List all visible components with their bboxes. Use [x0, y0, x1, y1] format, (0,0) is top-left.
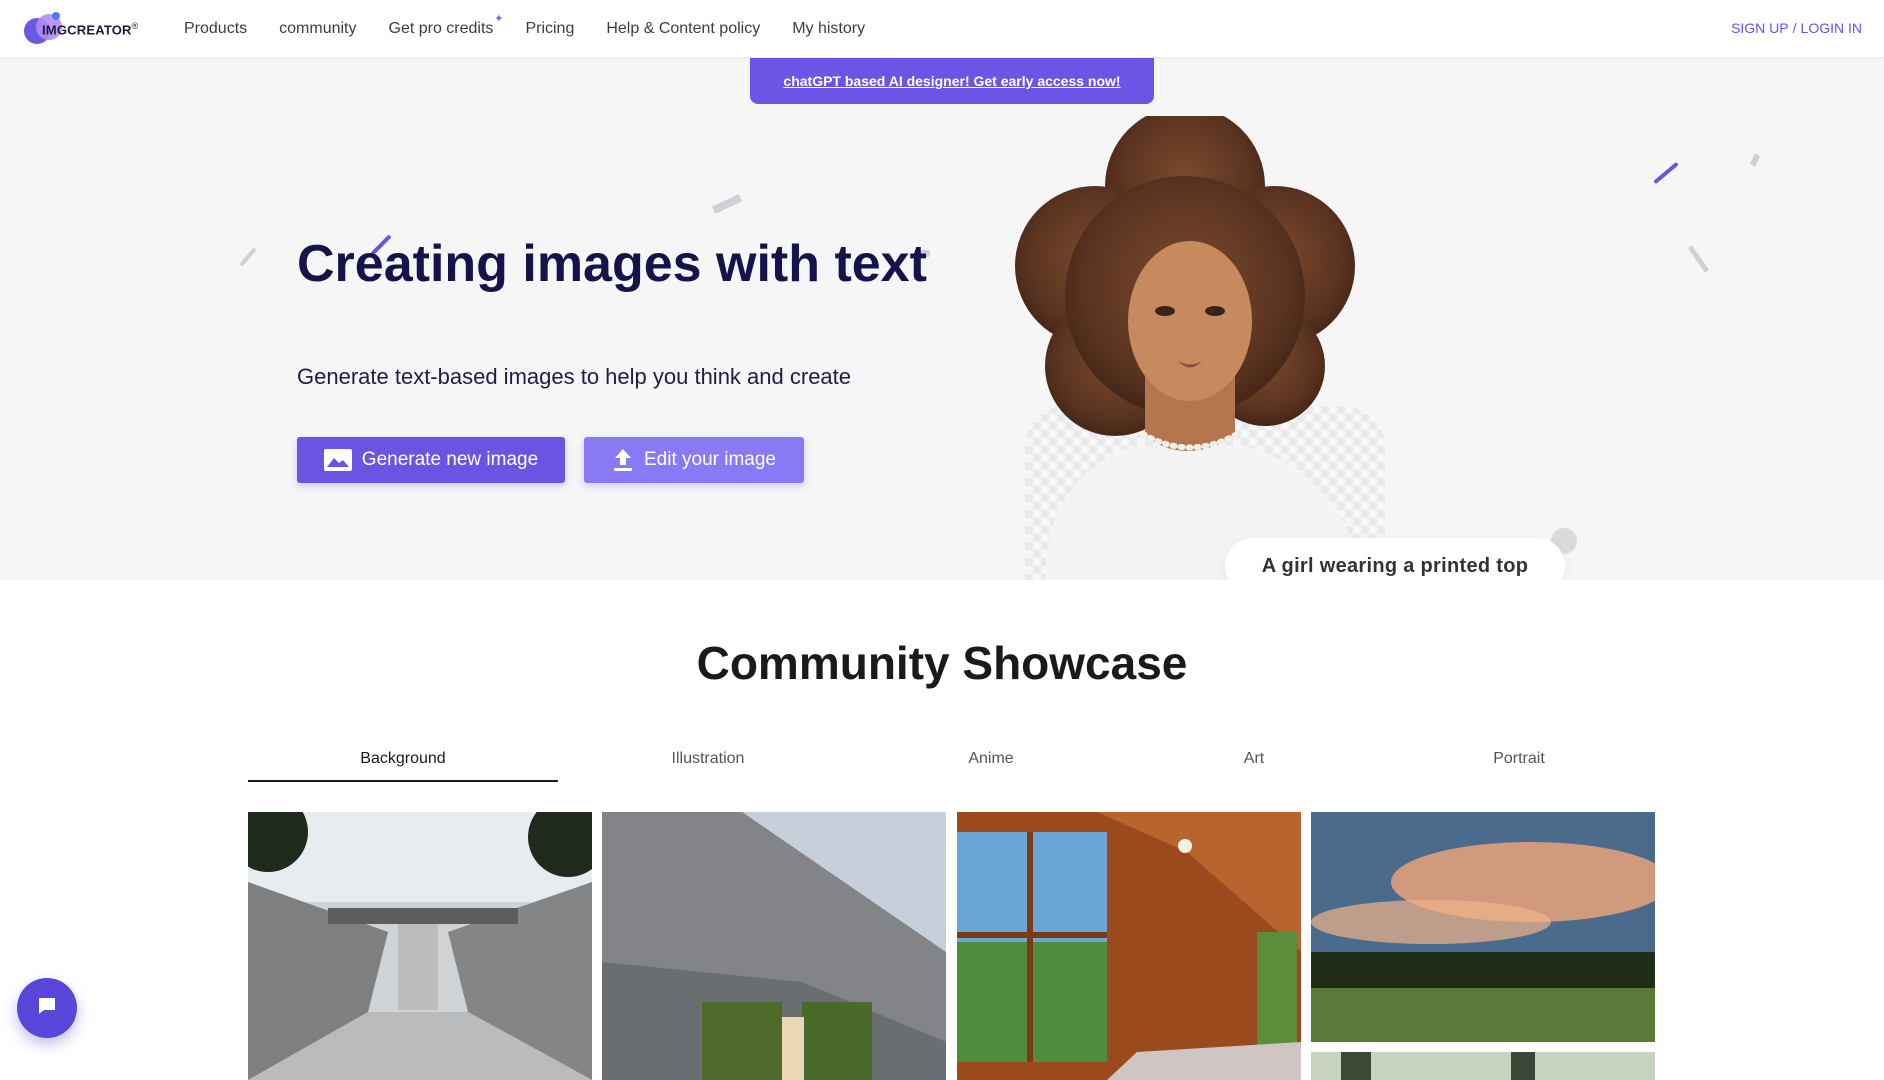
- nav-community[interactable]: community: [279, 20, 356, 38]
- portrait-illustration: [1015, 116, 1364, 580]
- tab-anime[interactable]: Anime: [858, 740, 1124, 782]
- login-link[interactable]: LOGIN IN: [1801, 20, 1862, 36]
- hero-subtitle: Generate text-based images to help you t…: [297, 364, 852, 389]
- hero-illustration: A girl wearing a printed top: [985, 116, 1625, 580]
- tab-background[interactable]: Background: [248, 740, 558, 782]
- confetti-decoration: [711, 194, 743, 214]
- wooden-room-image: [957, 812, 1301, 1080]
- sunset-field-image: [1311, 812, 1655, 1042]
- sparkle-icon: ✦: [494, 13, 504, 25]
- chat-button[interactable]: [17, 978, 77, 1038]
- generate-new-image-button[interactable]: Generate new image: [297, 437, 565, 483]
- tab-portrait[interactable]: Portrait: [1384, 740, 1654, 782]
- hero-section: chatGPT based AI designer! Get early acc…: [0, 58, 1884, 580]
- promo-banner[interactable]: chatGPT based AI designer! Get early acc…: [750, 58, 1154, 104]
- nav-products[interactable]: Products: [184, 20, 247, 38]
- showcase-gallery: [248, 812, 1655, 1080]
- hero-title: Creating images with text: [297, 235, 927, 293]
- main-nav: Products community Get pro credits ✦ Pric…: [184, 0, 897, 58]
- edit-your-image-button[interactable]: Edit your image: [584, 437, 804, 483]
- auth-links: SIGN UP / LOGIN IN: [1731, 20, 1862, 36]
- forest-image: [1311, 1052, 1655, 1080]
- showcase-tabs: Background Illustration Anime Art Portra…: [248, 740, 1655, 782]
- confetti-decoration: [239, 247, 257, 267]
- showcase-card[interactable]: [248, 812, 592, 1080]
- chat-icon: [36, 995, 58, 1021]
- prompt-caption: A girl wearing a printed top: [1225, 538, 1565, 580]
- nav-help-content-policy[interactable]: Help & Content policy: [606, 20, 760, 38]
- moss-wall-image: [602, 812, 946, 1080]
- showcase-card[interactable]: [957, 812, 1301, 1080]
- nav-my-history[interactable]: My history: [792, 20, 865, 38]
- promo-link[interactable]: chatGPT based AI designer! Get early acc…: [783, 73, 1120, 89]
- showcase-title: Community Showcase: [696, 637, 1188, 689]
- confetti-decoration: [1687, 245, 1710, 273]
- tab-illustration[interactable]: Illustration: [558, 740, 858, 782]
- tab-art[interactable]: Art: [1124, 740, 1384, 782]
- showcase-card[interactable]: [602, 812, 946, 1080]
- imgcreator-logo[interactable]: IMGCREATOR®: [24, 10, 138, 48]
- concrete-corridor-image: [248, 812, 592, 1080]
- top-navigation-bar: IMGCREATOR® Products community Get pro c…: [0, 0, 1884, 58]
- showcase-card[interactable]: [1311, 812, 1655, 1042]
- auth-separator: /: [1792, 20, 1797, 36]
- showcase-card[interactable]: [1311, 1052, 1655, 1080]
- nav-pricing[interactable]: Pricing: [525, 20, 574, 38]
- confetti-decoration: [1653, 161, 1679, 185]
- generate-button-label: Generate new image: [361, 449, 539, 470]
- upload-icon: [612, 448, 634, 472]
- nav-get-pro-credits[interactable]: Get pro credits ✦: [389, 13, 504, 38]
- image-icon: [323, 449, 352, 471]
- confetti-decoration: [1749, 153, 1761, 167]
- signup-link[interactable]: SIGN UP: [1731, 20, 1789, 36]
- edit-button-label: Edit your image: [643, 449, 776, 470]
- logo-text: IMGCREATOR®: [42, 20, 139, 38]
